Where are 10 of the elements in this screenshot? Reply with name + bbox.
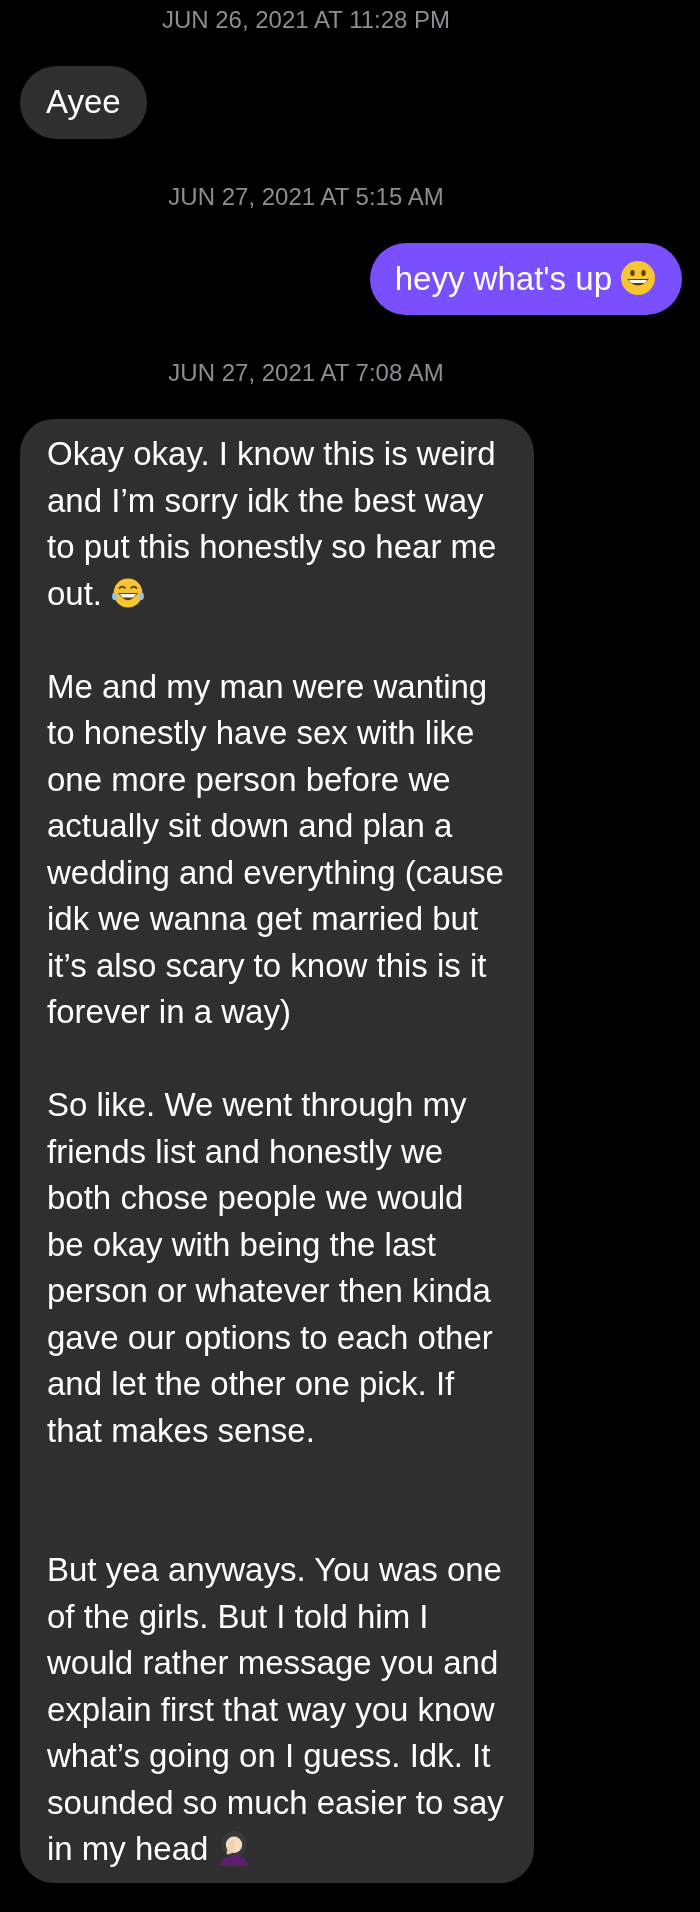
message-text: Okay okay. I know this is weird and I’m sorry idk the best way to put this honestly so hear me out. bbox=[47, 434, 498, 614]
message-text: Ayee bbox=[46, 82, 121, 122]
message-text: So like. We went through my friends list and honestly we both chose people we would be okay with being the last person or whatever then kinda gave our options to each other and let the other one pick. If that makes sense. bbox=[47, 1085, 494, 1451]
message-timestamp: JUN 27, 2021 AT 5:15 AM bbox=[168, 182, 444, 210]
grinning-emoji-icon bbox=[620, 259, 656, 296]
message-timestamp: JUN 26, 2021 AT 11:28 PM bbox=[161, 6, 451, 33]
message-text: But yea anyways. You was one of the girls. But I told him I would rather message you and explain first that way you know what’s going on I guess. Idk. It sounded so much easier to say in my head bbox=[47, 1550, 504, 1869]
message-timestamp: JUN 27, 2021 AT 7:08 AM bbox=[168, 359, 444, 386]
message-text: Me and my man were wanting to honestly have sex with like one more person before we actually sit down and plan a wedding and everything (cause idk we wanna get married but it’s also scary to know this is it forever in a way) bbox=[47, 666, 504, 1032]
message-text: heyy what's up bbox=[394, 255, 656, 302]
